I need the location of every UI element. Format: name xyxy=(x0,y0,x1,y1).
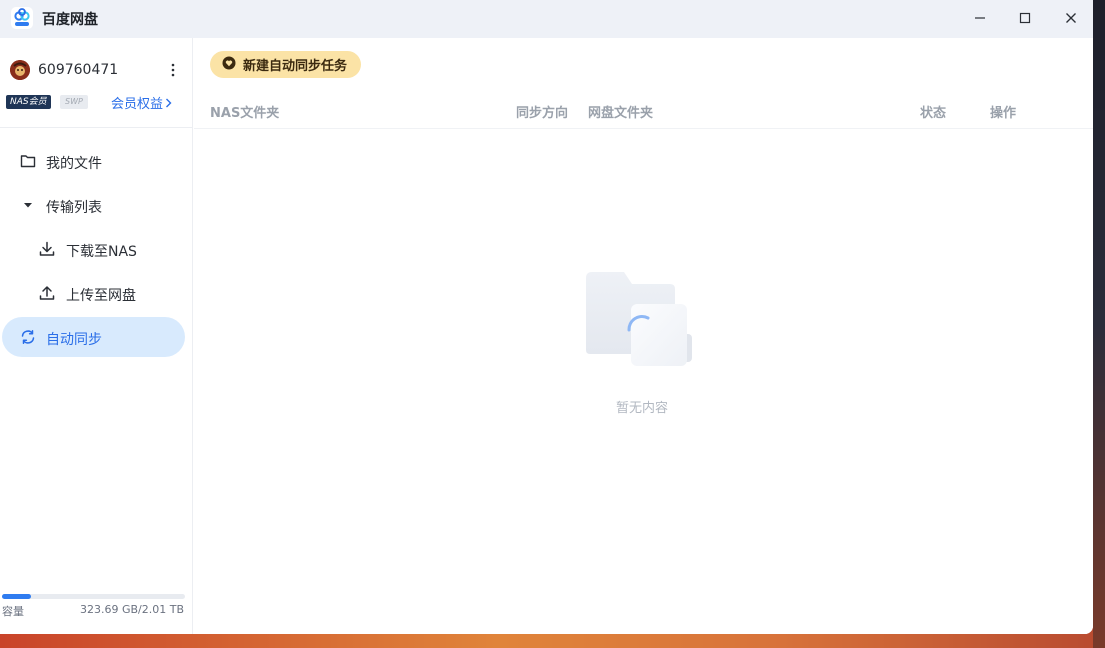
column-header-netdisk-folder[interactable]: 网盘文件夹 xyxy=(588,102,653,121)
sidebar-item-upload-to-netdisk[interactable]: 上传至网盘 xyxy=(2,273,185,313)
storage-progress-fill xyxy=(2,594,31,599)
minimize-button[interactable] xyxy=(966,5,994,31)
app-window: 百度网盘 609760471 NAS会员 SWP 会员权益 我的文件 传输列表 … xyxy=(0,0,1093,634)
avatar[interactable] xyxy=(10,60,30,80)
caret-down-icon xyxy=(19,196,37,214)
folder-icon xyxy=(19,152,37,170)
column-header-sync-direction[interactable]: 同步方向 xyxy=(516,102,568,121)
column-header-nas-folder[interactable]: NAS文件夹 xyxy=(210,102,279,121)
member-benefits-label: 会员权益 xyxy=(111,97,164,112)
title-bar: 百度网盘 xyxy=(0,0,1093,38)
swp-badge: SWP xyxy=(60,95,88,109)
member-benefits-link[interactable]: 会员权益 xyxy=(111,93,172,112)
column-header-actions[interactable]: 操作 xyxy=(990,102,1016,121)
table-header-divider xyxy=(194,128,1093,129)
storage-progress-bar xyxy=(2,594,185,599)
empty-folder-illustration-icon xyxy=(586,270,696,370)
sidebar-item-label: 传输列表 xyxy=(46,200,102,216)
sync-icon xyxy=(19,328,37,346)
download-icon xyxy=(38,240,56,258)
sidebar-item-my-files[interactable]: 我的文件 xyxy=(2,141,185,181)
sidebar-item-download-to-nas[interactable]: 下载至NAS xyxy=(2,229,185,269)
app-title: 百度网盘 xyxy=(42,12,98,28)
maximize-icon xyxy=(1019,12,1031,24)
sidebar-item-label: 自动同步 xyxy=(46,332,102,348)
close-icon xyxy=(1066,13,1076,23)
new-auto-sync-task-button[interactable]: 新建自动同步任务 xyxy=(210,51,362,78)
sidebar-item-label: 我的文件 xyxy=(46,156,102,172)
maximize-button[interactable] xyxy=(1011,5,1039,31)
sidebar: 609760471 NAS会员 SWP 会员权益 我的文件 传输列表 下载至NA… xyxy=(0,38,193,634)
more-options-icon[interactable] xyxy=(168,60,178,80)
minimize-icon xyxy=(975,17,985,19)
new-task-label: 新建自动同步任务 xyxy=(243,59,348,74)
sidebar-divider xyxy=(0,127,193,128)
heart-icon xyxy=(222,55,236,74)
sidebar-item-auto-sync[interactable]: 自动同步 xyxy=(2,317,185,357)
chevron-right-icon xyxy=(165,97,172,112)
storage-value: 323.69 GB/2.01 TB xyxy=(79,603,184,616)
desktop-background xyxy=(1093,0,1105,648)
column-header-status[interactable]: 状态 xyxy=(920,102,946,121)
username: 609760471 xyxy=(38,62,119,78)
sidebar-item-transfer-list[interactable]: 传输列表 xyxy=(2,185,185,225)
baidu-netdisk-logo-icon xyxy=(10,6,34,30)
storage-label: 容量 xyxy=(2,605,24,618)
sidebar-item-label: 下载至NAS xyxy=(66,244,137,260)
user-info: 609760471 xyxy=(10,60,185,80)
upload-icon xyxy=(38,284,56,302)
sidebar-item-label: 上传至网盘 xyxy=(66,288,136,304)
nas-member-badge: NAS会员 xyxy=(6,95,51,109)
main-content: 新建自动同步任务 NAS文件夹 同步方向 网盘文件夹 状态 操作 暂无内容 xyxy=(194,38,1093,634)
empty-state-text: 暂无内容 xyxy=(616,401,669,416)
close-button[interactable] xyxy=(1057,5,1085,31)
